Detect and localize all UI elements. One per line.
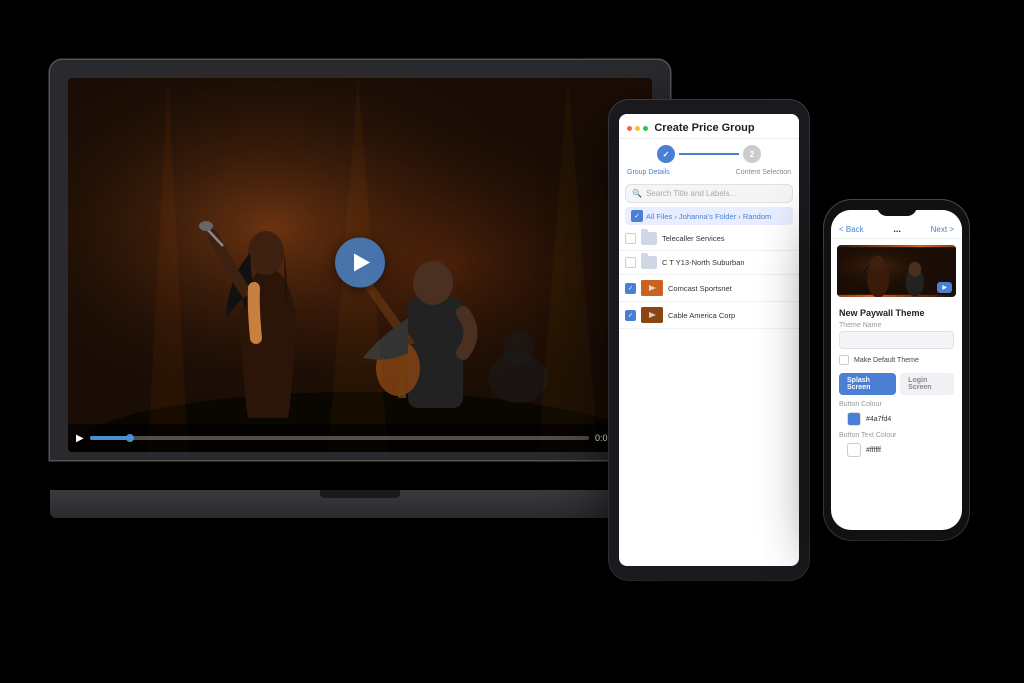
file-checkbox-4[interactable]: ✓ <box>625 310 636 321</box>
back-button[interactable]: < Back <box>839 225 864 234</box>
minimize-dot <box>635 126 640 131</box>
file-item-1[interactable]: Telecaller Services <box>619 227 799 251</box>
play-icon <box>354 254 370 272</box>
search-placeholder: Search Title and Labels... <box>646 189 736 198</box>
laptop-notch <box>320 490 400 498</box>
laptop: ▶ 0:06 🔈 ⛶ <box>50 60 670 580</box>
file-thumb-4 <box>641 307 663 323</box>
phone-section-title: New Paywall Theme <box>831 303 962 320</box>
file-name-2: C T Y13-North Suburban <box>662 258 793 267</box>
button-color-label: Button Colour <box>839 401 954 408</box>
laptop-screen-inner: ▶ 0:06 🔈 ⛶ <box>68 78 652 452</box>
file-thumb-3 <box>641 280 663 296</box>
file-checkbox-3[interactable]: ✓ <box>625 283 636 294</box>
make-default-checkbox[interactable] <box>839 355 849 365</box>
folder-icon-2 <box>641 256 657 269</box>
phone-action-label: ▶ <box>942 285 947 291</box>
file-item-3[interactable]: ✓ Comcast Sportsnet <box>619 275 799 302</box>
phone-video-thumbnail: ▶ <box>837 245 956 297</box>
button-color-group: Button Colour #4a7fd4 <box>831 399 962 430</box>
step-1-circle: ✓ <box>657 145 675 163</box>
button-text-color-group: Button Text Colour #ffffff <box>831 430 962 461</box>
step-labels: Group Details Content Selection <box>619 169 799 180</box>
video-background: ▶ 0:06 🔈 ⛶ <box>68 78 652 452</box>
phone-notch <box>877 200 917 216</box>
breadcrumb-check-icon: ✓ <box>631 210 643 222</box>
search-bar[interactable]: 🔍 Search Title and Labels... <box>625 184 793 203</box>
close-dot <box>627 126 632 131</box>
phone-action-button[interactable]: ▶ <box>937 282 952 293</box>
button-color-row: #4a7fd4 <box>839 410 954 428</box>
file-checkbox-1[interactable] <box>625 233 636 244</box>
tablet-outer: Create Price Group ✓ 2 Group Details Con… <box>609 100 809 580</box>
login-screen-tab[interactable]: Login Screen <box>900 373 954 395</box>
tablet-screen: Create Price Group ✓ 2 Group Details Con… <box>619 114 799 566</box>
step-indicator: ✓ 2 <box>619 139 799 169</box>
search-icon: 🔍 <box>632 189 642 198</box>
breadcrumb-bar: ✓ All Files › Johanna's Folder › Random <box>625 207 793 225</box>
make-default-label: Make Default Theme <box>854 357 919 364</box>
phone-screen: < Back ... Next > <box>831 210 962 530</box>
progress-fill <box>90 436 130 440</box>
theme-name-label: Theme Name <box>839 322 954 329</box>
file-name-3: Comcast Sportsnet <box>668 284 793 293</box>
file-item-2[interactable]: C T Y13-North Suburban <box>619 251 799 275</box>
laptop-base <box>50 490 670 518</box>
splash-screen-tab[interactable]: Splash Screen <box>839 373 896 395</box>
phone-outer: < Back ... Next > <box>824 200 969 540</box>
phone-title: ... <box>893 224 901 234</box>
progress-dot <box>126 434 134 442</box>
file-item-4[interactable]: ✓ Cable America Corp <box>619 302 799 329</box>
tablet-topbar: Create Price Group <box>619 114 799 139</box>
video-controls: ▶ 0:06 🔈 ⛶ <box>68 424 652 452</box>
laptop-screen-outer: ▶ 0:06 🔈 ⛶ <box>50 60 670 460</box>
button-color-value: #4a7fd4 <box>866 416 891 423</box>
button-text-color-row: #ffffff <box>839 441 954 459</box>
step-connector <box>679 153 739 155</box>
breadcrumb-text: All Files › Johanna's Folder › Random <box>646 212 771 221</box>
button-text-color-swatch[interactable] <box>847 443 861 457</box>
step-2-circle: 2 <box>743 145 761 163</box>
tablet-window-controls <box>627 126 648 131</box>
laptop-body: ▶ 0:06 🔈 ⛶ <box>50 60 670 490</box>
next-button[interactable]: Next > <box>931 225 954 234</box>
theme-name-input[interactable] <box>839 331 954 349</box>
progress-bar[interactable] <box>90 436 589 440</box>
file-name-1: Telecaller Services <box>662 234 793 243</box>
button-text-color-value: #ffffff <box>866 447 881 454</box>
file-checkbox-2[interactable] <box>625 257 636 268</box>
button-color-swatch[interactable] <box>847 412 861 426</box>
phone: < Back ... Next > <box>824 200 969 540</box>
step-1-label: Group Details <box>627 169 670 176</box>
tablet-title: Create Price Group <box>648 122 761 134</box>
tablet: Create Price Group ✓ 2 Group Details Con… <box>609 100 809 580</box>
button-text-color-label: Button Text Colour <box>839 432 954 439</box>
screen-tabs: Splash Screen Login Screen <box>831 369 962 399</box>
make-default-row[interactable]: Make Default Theme <box>831 351 962 369</box>
file-name-4: Cable America Corp <box>668 311 793 320</box>
folder-icon-1 <box>641 232 657 245</box>
theme-name-group: Theme Name <box>831 320 962 351</box>
controls-play-icon[interactable]: ▶ <box>76 433 84 444</box>
scene: ▶ 0:06 🔈 ⛶ <box>0 0 1024 683</box>
step-2-label: Content Selection <box>736 169 791 176</box>
play-button[interactable] <box>335 238 385 288</box>
